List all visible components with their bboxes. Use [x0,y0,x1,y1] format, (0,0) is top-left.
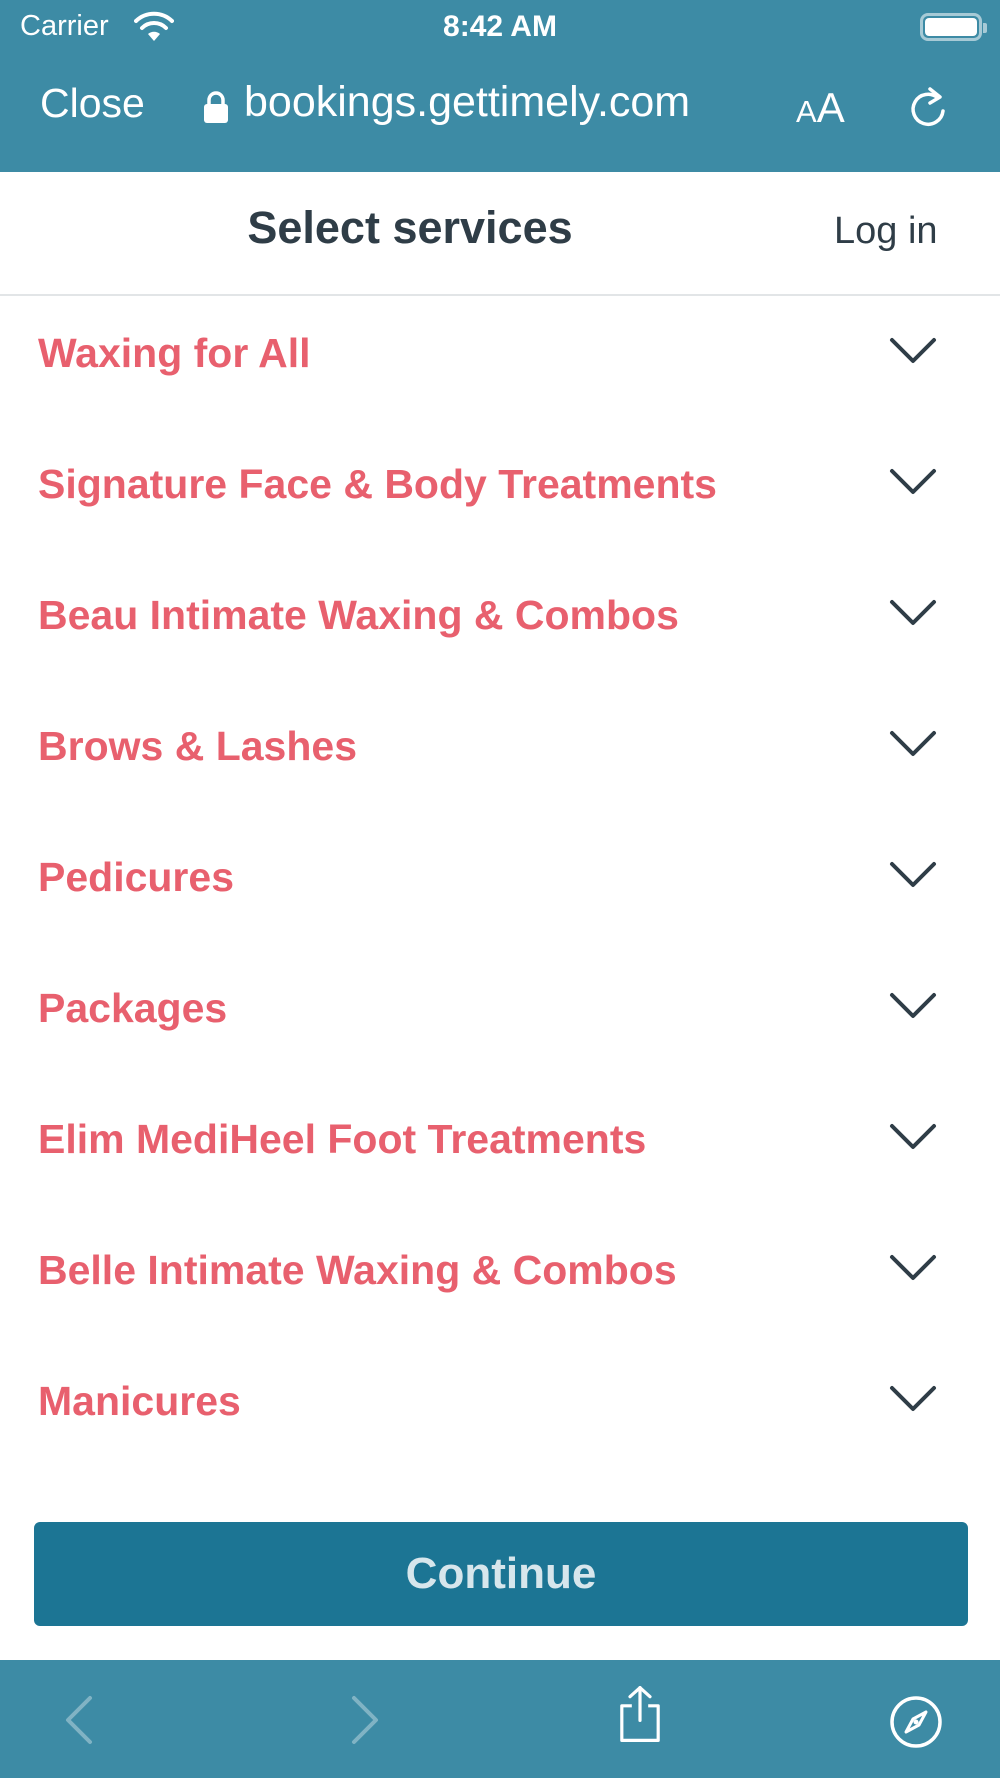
continue-button[interactable]: Continue [34,1522,968,1626]
browser-nav-bar: Close bookings.gettimely.com AA [0,60,1000,160]
reload-icon[interactable] [904,84,952,134]
service-category-3[interactable]: Brows & Lashes [0,689,1000,820]
text-size-button[interactable]: AA [796,84,845,132]
text-size-small-glyph: A [796,94,817,129]
chevron-down-icon[interactable] [888,1122,938,1152]
service-category-label: Belle Intimate Waxing & Combos [38,1247,677,1293]
service-category-label: Pedicures [38,854,234,900]
chevron-down-icon[interactable] [888,729,938,759]
status-bar: Carrier 8:42 AM [0,0,1000,56]
chevron-down-icon[interactable] [888,336,938,366]
service-category-label: Packages [38,985,228,1031]
service-category-5[interactable]: Packages [0,951,1000,1082]
service-category-7[interactable]: Belle Intimate Waxing & Combos [0,1213,1000,1344]
service-category-list: Waxing for All Signature Face & Body Tre… [0,296,1000,1475]
page-title: Select services [247,202,573,253]
service-category-1[interactable]: Signature Face & Body Treatments [0,427,1000,558]
service-category-label: Signature Face & Body Treatments [38,461,717,507]
lock-icon [204,91,228,123]
service-category-2[interactable]: Beau Intimate Waxing & Combos [0,558,1000,689]
chevron-down-icon[interactable] [888,467,938,497]
service-category-8[interactable]: Manicures [0,1344,1000,1475]
chevron-down-icon[interactable] [888,1253,938,1283]
browser-toolbar [0,1660,1000,1778]
chevron-down-icon[interactable] [888,598,938,628]
service-category-label: Elim MediHeel Foot Treatments [38,1116,647,1162]
page-header: Select services Log in [0,172,1000,296]
service-category-4[interactable]: Pedicures [0,820,1000,951]
login-link[interactable]: Log in [834,210,938,253]
chevron-down-icon[interactable] [888,860,938,890]
browser-chrome-top: Carrier 8:42 AM Close bookings.gettimely… [0,0,1000,172]
compass-icon[interactable] [888,1692,944,1752]
service-category-6[interactable]: Elim MediHeel Foot Treatments [0,1082,1000,1213]
battery-icon [920,13,987,41]
service-category-label: Beau Intimate Waxing & Combos [38,592,679,638]
share-icon[interactable] [612,1684,668,1744]
chevron-down-icon[interactable] [888,991,938,1021]
service-category-0[interactable]: Waxing for All [0,296,1000,427]
service-category-label: Waxing for All [38,330,311,376]
url-field[interactable]: bookings.gettimely.com [244,78,690,127]
service-category-label: Manicures [38,1378,241,1424]
back-icon[interactable] [52,1690,108,1750]
chevron-down-icon[interactable] [888,1384,938,1414]
text-size-big-glyph: A [816,84,845,131]
forward-icon[interactable] [336,1690,392,1750]
close-button[interactable]: Close [40,80,145,127]
service-category-label: Brows & Lashes [38,723,357,769]
status-time: 8:42 AM [443,10,557,43]
